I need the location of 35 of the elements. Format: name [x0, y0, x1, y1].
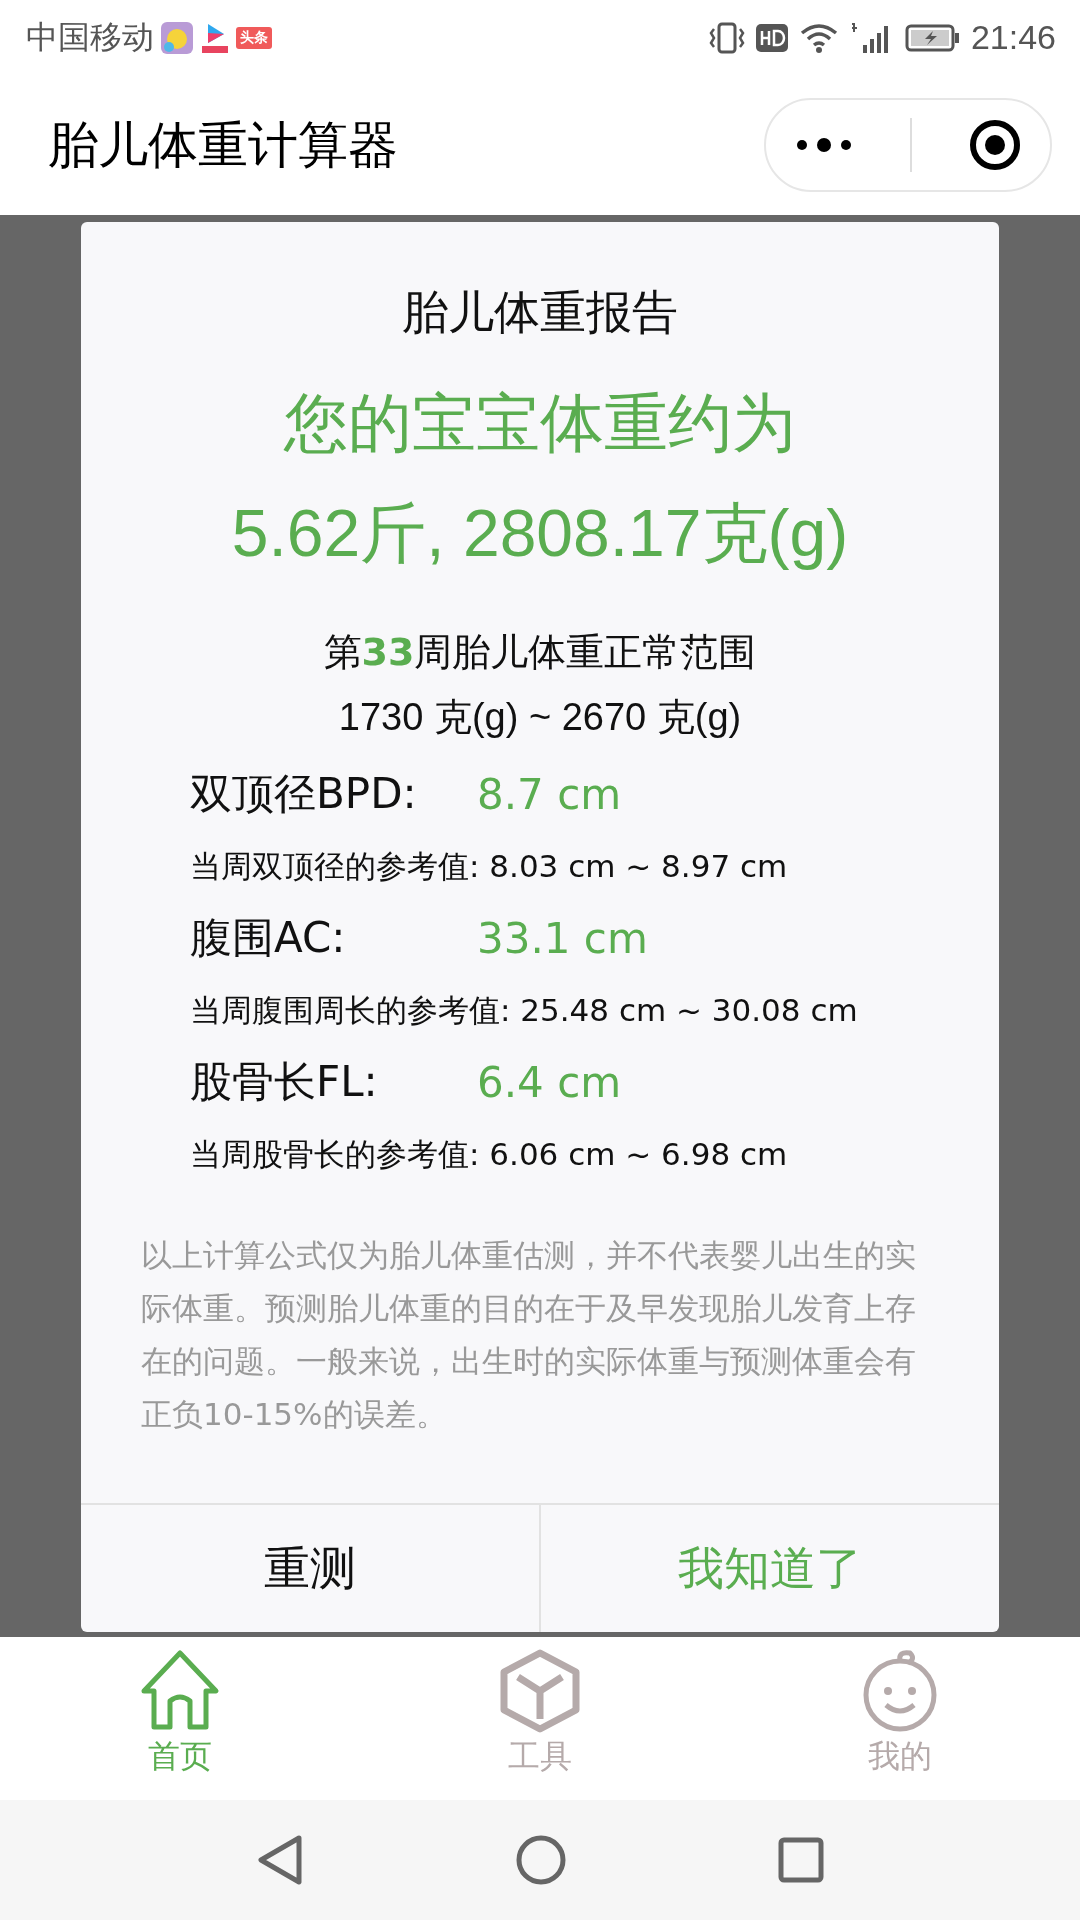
- vibrate-icon: [708, 20, 745, 55]
- range-title: 第33周胎儿体重正常范围: [323, 629, 757, 676]
- measure-label: 腹围AC:: [190, 912, 347, 964]
- wifi-icon: [798, 21, 839, 54]
- measure-value: 33.1 cm: [477, 913, 648, 963]
- measure-label: 股骨长FL:: [190, 1056, 379, 1108]
- game-app-icon: [160, 20, 194, 55]
- disclaimer-text: 以上计算公式仅为胎儿体重估测，并不代表婴儿出生的实际体重。预测胎儿体重的目的在于及早发现胎儿发育上存在的问题。一般来说，出生时的实际体重与预测体重会有正负10-15%的误差。: [140, 1236, 917, 1434]
- cube-icon: [498, 1649, 582, 1733]
- dialog-button[interactable]: 我知道了: [539, 1505, 999, 1632]
- tab-item[interactable]: 我的: [720, 1637, 1080, 1800]
- reference-range: 当周腹围周长的参考值: 25.48 cm ~ 30.08 cm: [190, 991, 859, 1030]
- carrier-name: 中国移动: [26, 16, 154, 58]
- home-circle-icon[interactable]: [515, 1834, 567, 1886]
- clock-time: 21:46: [970, 18, 1056, 57]
- page-title: 胎儿体重计算器: [48, 114, 398, 176]
- news-app-badge: 头条: [236, 26, 272, 49]
- range-value: 1730 克(g) ~ 2670 克(g): [338, 695, 742, 740]
- reference-range: 当周双顶径的参考值: 8.03 cm ~ 8.97 cm: [190, 847, 789, 886]
- dialog-title: 胎儿体重报告: [402, 284, 678, 341]
- dialog-button[interactable]: 重测: [81, 1505, 539, 1632]
- reference-range: 当周股骨长的参考值: 6.06 cm ~ 6.98 cm: [190, 1135, 789, 1174]
- more-icon[interactable]: [794, 135, 854, 155]
- battery-icon: [904, 22, 961, 53]
- tab-item[interactable]: 首页: [0, 1637, 360, 1800]
- close-target-icon[interactable]: [968, 118, 1022, 172]
- tab-item[interactable]: 工具: [360, 1637, 720, 1800]
- measure-label: 双顶径BPD:: [190, 768, 418, 820]
- measure-value: 8.7 cm: [477, 769, 622, 819]
- measure-value: 6.4 cm: [477, 1057, 622, 1107]
- hd-icon: [754, 22, 789, 53]
- recents-icon[interactable]: [777, 1836, 825, 1884]
- back-icon[interactable]: [255, 1834, 305, 1886]
- weight-headline: 您的宝宝体重约为: [284, 385, 796, 462]
- weight-result: 5.62斤, 2808.17克(g): [231, 495, 849, 572]
